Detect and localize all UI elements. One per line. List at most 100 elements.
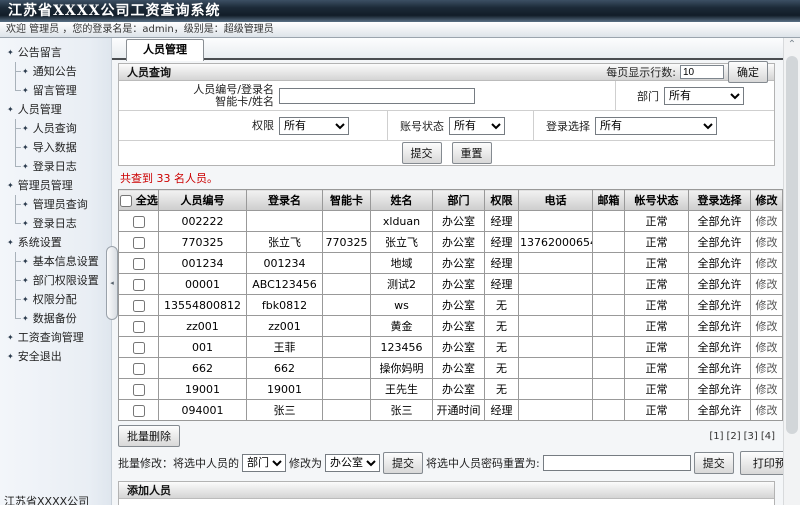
cell-login: 19001	[247, 379, 323, 400]
sidebar-item[interactable]: ✦系统设置	[0, 233, 111, 252]
perm-label: 权限	[119, 120, 279, 132]
collapse-arrow-icon: ◂	[110, 279, 114, 287]
cell-modify: 修改	[751, 316, 783, 337]
modify-link[interactable]: 修改	[756, 320, 778, 333]
modify-link[interactable]: 修改	[756, 299, 778, 312]
sidebar-item-label: 管理员管理	[18, 176, 73, 195]
modify-link[interactable]: 修改	[756, 383, 778, 396]
modify-link[interactable]: 修改	[756, 404, 778, 417]
row-checkbox[interactable]	[133, 384, 145, 396]
table-row: 13554800812fbk0812ws办公室无正常全部允许修改	[119, 295, 783, 316]
row-checkbox[interactable]	[133, 258, 145, 270]
sidebar-item[interactable]: ✦基本信息设置	[0, 252, 111, 271]
dept-select[interactable]: 所有	[664, 87, 744, 105]
cell-select	[119, 358, 159, 379]
per-page-input[interactable]	[680, 65, 724, 79]
sidebar-item[interactable]: ✦管理员管理	[0, 176, 111, 195]
search-panel: 人员查询 每页显示行数: 确定 人员编号/登录名 智能卡/姓名	[118, 63, 775, 166]
sidebar-item-label: 权限分配	[33, 290, 77, 309]
password-reset-submit-button[interactable]: 提交	[694, 452, 734, 474]
search-submit-button[interactable]: 提交	[402, 142, 442, 164]
scroll-up-icon[interactable]: ⌃	[784, 38, 800, 54]
per-page-label: 每页显示行数:	[606, 64, 676, 80]
modify-link[interactable]: 修改	[756, 341, 778, 354]
cell-card	[323, 295, 371, 316]
sidebar-item-label: 安全退出	[18, 347, 62, 366]
sidebar-item[interactable]: ✦工资查询管理	[0, 328, 111, 347]
row-checkbox[interactable]	[133, 342, 145, 354]
cell-id: 770325	[159, 232, 247, 253]
batch-delete-button[interactable]: 批量删除	[118, 425, 180, 447]
cell-id: 002222	[159, 211, 247, 232]
modify-link[interactable]: 修改	[756, 278, 778, 291]
batch-field-select[interactable]: 部门	[242, 454, 286, 472]
sidebar-item[interactable]: ✦人员查询	[0, 119, 111, 138]
perm-select[interactable]: 所有	[279, 117, 349, 135]
table-row: 094001张三张三开通时间经理正常全部允许修改	[119, 400, 783, 421]
password-reset-input[interactable]	[543, 455, 691, 471]
tree-branch	[11, 62, 22, 81]
sidebar-item[interactable]: ✦人员管理	[0, 100, 111, 119]
sidebar-item[interactable]: ✦权限分配	[0, 290, 111, 309]
cell-card	[323, 337, 371, 358]
diamond-icon: ✦	[22, 157, 29, 176]
cell-dept: 办公室	[433, 358, 485, 379]
search-reset-button[interactable]: 重置	[452, 142, 492, 164]
sidebar-item[interactable]: ✦留言管理	[0, 81, 111, 100]
cell-status: 正常	[625, 232, 689, 253]
sidebar-item-label: 登录日志	[33, 157, 77, 176]
account-status-select[interactable]: 所有	[449, 117, 505, 135]
sidebar-collapse-handle[interactable]: ◂	[106, 246, 118, 320]
sidebar-item[interactable]: ✦登录日志	[0, 157, 111, 176]
row-checkbox[interactable]	[133, 216, 145, 228]
col-login-name: 登录名	[247, 190, 323, 211]
sidebar-item[interactable]: ✦登录日志	[0, 214, 111, 233]
print-preview-button[interactable]: 打印预览	[740, 451, 783, 475]
tab-personnel-management[interactable]: 人员管理	[126, 39, 204, 61]
row-checkbox[interactable]	[133, 363, 145, 375]
cell-status: 正常	[625, 295, 689, 316]
personnel-table: 全选 人员编号 登录名 智能卡 姓名 部门 权限 电话 邮箱 帐号状态 登录选择…	[118, 189, 783, 421]
row-checkbox[interactable]	[133, 300, 145, 312]
login-select[interactable]: 所有	[595, 117, 717, 135]
sidebar-item[interactable]: ✦公告留言	[0, 43, 111, 62]
batch-modify-row: 批量修改：将选中人员的 部门 修改为 办公室 提交 将选中人员密码重置为: 提交…	[118, 451, 775, 475]
keyword-input[interactable]	[279, 88, 475, 104]
sidebar-item[interactable]: ✦安全退出	[0, 347, 111, 366]
modify-link[interactable]: 修改	[756, 257, 778, 270]
row-checkbox[interactable]	[133, 279, 145, 291]
row-checkbox[interactable]	[133, 405, 145, 417]
modify-link[interactable]: 修改	[756, 215, 778, 228]
cell-modify: 修改	[751, 400, 783, 421]
sidebar-item[interactable]: ✦数据备份	[0, 309, 111, 328]
sidebar-item-label: 留言管理	[33, 81, 77, 100]
scrollbar-thumb[interactable]	[786, 56, 798, 434]
pagination: [1][2] [3][4]	[709, 431, 775, 442]
sidebar-item[interactable]: ✦通知公告	[0, 62, 111, 81]
col-name: 姓名	[371, 190, 433, 211]
cell-select	[119, 295, 159, 316]
sidebar-item[interactable]: ✦部门权限设置	[0, 271, 111, 290]
modify-link[interactable]: 修改	[756, 362, 778, 375]
sidebar-item[interactable]: ✦导入数据	[0, 138, 111, 157]
batch-value-select[interactable]: 办公室	[325, 454, 380, 472]
page-link[interactable]: [3]	[744, 431, 758, 442]
welcome-bar: 欢迎 管理员 ，您的登录名是：admin，级别是：超级管理员	[0, 22, 800, 38]
per-page-confirm-button[interactable]: 确定	[728, 61, 768, 83]
sidebar-item[interactable]: ✦管理员查询	[0, 195, 111, 214]
col-modify: 修改	[751, 190, 783, 211]
search-form: 人员编号/登录名 智能卡/姓名 部门 所有 权限 所有	[119, 81, 774, 165]
select-all-checkbox[interactable]	[120, 195, 132, 207]
page-link[interactable]: [4]	[761, 431, 775, 442]
batch-modify-submit-button[interactable]: 提交	[383, 452, 423, 474]
page-link[interactable]: [1]	[709, 431, 723, 442]
cell-login-select: 全部允许	[689, 253, 751, 274]
modify-link[interactable]: 修改	[756, 236, 778, 249]
row-checkbox[interactable]	[133, 321, 145, 333]
cell-name: 张立飞	[371, 232, 433, 253]
page-link[interactable]: [2]	[726, 431, 740, 442]
cell-select	[119, 253, 159, 274]
cell-id: 094001	[159, 400, 247, 421]
row-checkbox[interactable]	[133, 237, 145, 249]
vertical-scrollbar[interactable]: ⌃	[783, 38, 800, 505]
